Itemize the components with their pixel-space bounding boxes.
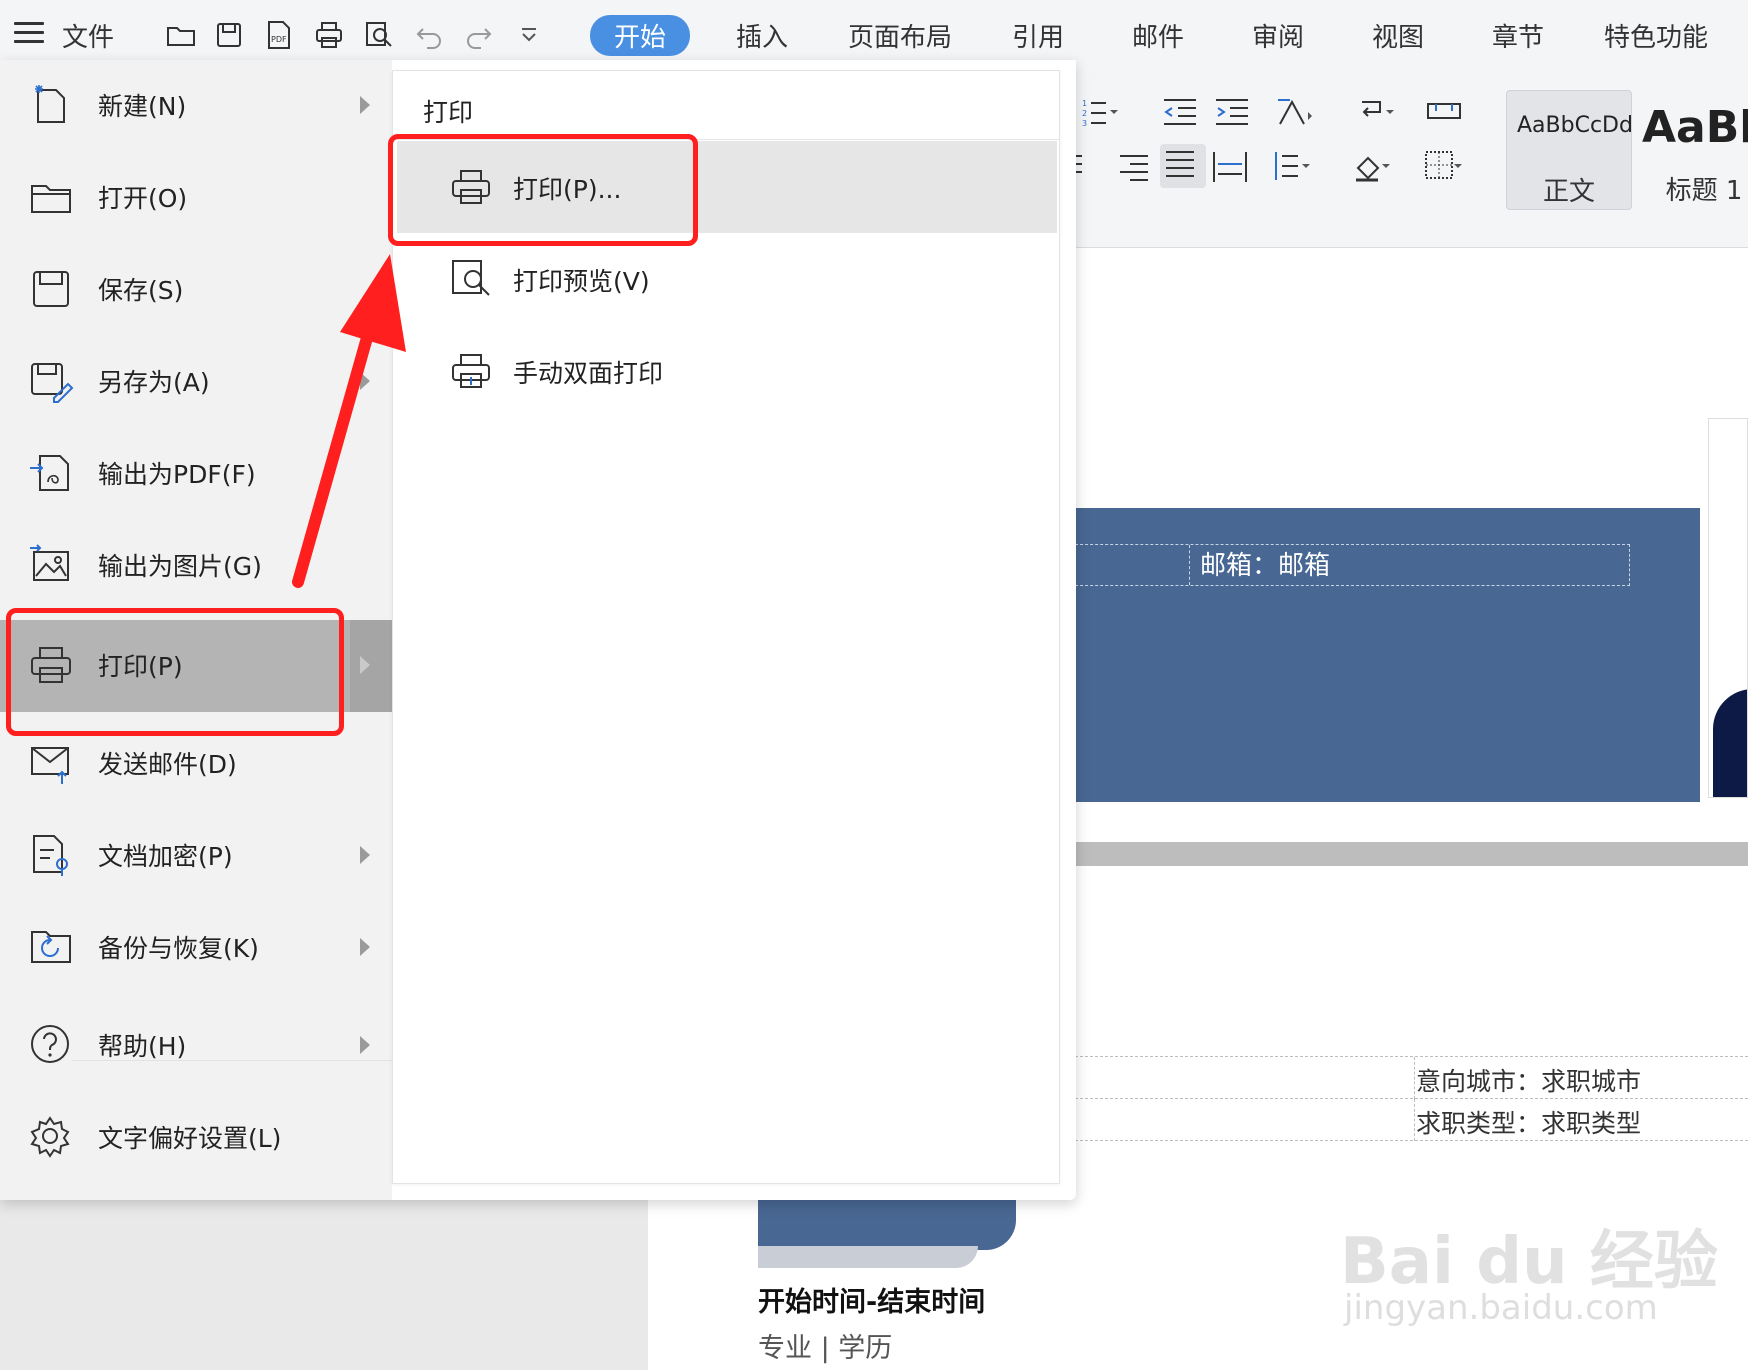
numbered-list-icon[interactable]: 123	[1080, 94, 1120, 130]
education-time-range: 开始时间-结束时间	[758, 1287, 986, 1318]
tab-special-features[interactable]: 特色功能	[1604, 17, 1708, 54]
save-as-icon	[28, 358, 74, 404]
submenu-item-label: 手动双面打印	[513, 359, 664, 388]
menu-item-label: 新建(N)	[98, 92, 187, 121]
shading-icon[interactable]	[1352, 148, 1392, 184]
align-right-partial-icon[interactable]	[1072, 148, 1112, 184]
style-heading-1[interactable]: AaBb 标题 1	[1634, 90, 1748, 210]
profile-photo	[1708, 418, 1748, 798]
save-icon	[28, 266, 74, 312]
menu-item-label: 文档加密(P)	[98, 842, 233, 871]
pdf-icon[interactable]: PDF	[262, 18, 296, 52]
hamburger-menu-icon[interactable]	[14, 22, 44, 46]
line-spacing-icon[interactable]	[1270, 148, 1310, 184]
svg-text:2: 2	[1082, 109, 1087, 118]
tab-mailings[interactable]: 邮件	[1132, 17, 1184, 54]
section-divider-band	[1060, 842, 1748, 866]
menu-item-label: 发送邮件(D)	[98, 750, 237, 779]
open-folder-icon[interactable]	[164, 18, 198, 52]
submenu-item-duplex-print[interactable]: 手动双面打印	[397, 325, 1057, 417]
tab-view[interactable]: 视图	[1372, 17, 1424, 54]
print-icon[interactable]	[312, 18, 346, 52]
style-heading-1-sample: AaBb	[1642, 102, 1748, 153]
tab-section[interactable]: 章节	[1492, 17, 1544, 54]
email-textbox[interactable]	[1060, 544, 1630, 586]
menu-item-label: 备份与恢复(K)	[98, 934, 259, 963]
menu-item-label: 输出为PDF(F)	[98, 460, 256, 489]
email-line: 邮箱：邮箱	[1200, 551, 1331, 581]
file-menu-button[interactable]: 文件	[62, 17, 114, 54]
style-normal[interactable]: AaBbCcDd 正文	[1506, 90, 1633, 210]
menu-item-label: 打开(O)	[98, 184, 188, 213]
highlight-box-print-submenu	[388, 134, 698, 246]
info-row-city	[1060, 1056, 1748, 1099]
submenu-arrow-icon	[360, 656, 370, 674]
info-row-bottom	[1060, 1140, 1748, 1141]
menu-item-encrypt[interactable]: 文档加密(P)	[0, 810, 392, 902]
menu-item-open[interactable]: 打开(O)	[0, 152, 392, 244]
align-right-icon[interactable]	[1112, 148, 1152, 184]
help-icon	[28, 1022, 74, 1068]
tab-insert[interactable]: 插入	[736, 17, 788, 54]
style-normal-name: 正文	[1542, 177, 1595, 207]
submenu-item-print-preview[interactable]: 打印预览(V)	[397, 233, 1057, 325]
tab-review[interactable]: 审阅	[1252, 17, 1304, 54]
submenu-arrow-icon	[360, 96, 370, 114]
new-file-icon	[28, 82, 74, 128]
menu-item-label: 输出为图片(G)	[98, 552, 262, 581]
education-major: 专业 | 学历	[758, 1333, 893, 1364]
mail-icon	[28, 740, 74, 786]
menu-item-label: 保存(S)	[98, 276, 184, 305]
annotation-arrow-icon	[292, 254, 406, 588]
justify-icon[interactable]	[1160, 144, 1206, 188]
tab-home[interactable]: 开始	[590, 15, 691, 56]
menu-item-label: 另存为(A)	[98, 368, 210, 397]
tab-page-layout[interactable]: 页面布局	[848, 17, 952, 54]
submenu-item-label: 打印预览(V)	[513, 267, 650, 296]
ruler-icon[interactable]	[1424, 94, 1464, 130]
active-item-tail	[350, 620, 392, 712]
menu-item-preferences[interactable]: 文字偏好设置(L)	[0, 1092, 392, 1184]
menu-item-label: 文字偏好设置(L)	[98, 1124, 282, 1153]
redo-icon[interactable]	[462, 18, 496, 52]
export-pdf-icon	[28, 450, 74, 496]
save-icon[interactable]	[212, 18, 246, 52]
info-row-type	[1060, 1098, 1748, 1141]
folder-open-icon	[28, 174, 74, 220]
gear-icon	[28, 1114, 74, 1160]
line-break-icon[interactable]	[1356, 94, 1396, 130]
increase-indent-icon[interactable]	[1212, 94, 1252, 130]
encrypt-icon	[28, 832, 74, 878]
tab-references[interactable]: 引用	[1012, 17, 1064, 54]
undo-icon[interactable]	[412, 18, 446, 52]
borders-icon[interactable]	[1422, 148, 1462, 184]
menu-item-help[interactable]: 帮助(H)	[0, 1000, 392, 1092]
text-direction-icon[interactable]	[1274, 94, 1314, 130]
menu-item-backup-restore[interactable]: 备份与恢复(K)	[0, 902, 392, 994]
print-preview-icon[interactable]	[362, 18, 396, 52]
style-normal-sample: AaBbCcDd	[1517, 113, 1633, 138]
watermark-url: jingyan.baidu.com	[1344, 1288, 1658, 1328]
svg-text:1: 1	[1082, 99, 1087, 108]
distributed-align-icon[interactable]	[1210, 148, 1250, 184]
duplex-print-icon	[449, 349, 493, 393]
print-preview-icon	[449, 257, 493, 301]
svg-text:3: 3	[1082, 119, 1087, 128]
customize-toolbar-icon[interactable]	[512, 18, 546, 52]
intended-city: 意向城市：求职城市	[1416, 1067, 1642, 1096]
menu-item-new[interactable]: 新建(N)	[0, 60, 392, 152]
submenu-arrow-icon	[360, 846, 370, 864]
svg-text:PDF: PDF	[271, 35, 287, 44]
submenu-arrow-icon	[360, 938, 370, 956]
job-type: 求职类型：求职类型	[1416, 1109, 1642, 1138]
backup-icon	[28, 924, 74, 970]
menu-item-label: 帮助(H)	[98, 1032, 187, 1061]
export-image-icon	[28, 542, 74, 588]
highlight-box-print-menu	[6, 608, 344, 736]
decrease-indent-icon[interactable]	[1160, 94, 1200, 130]
submenu-title: 打印	[423, 98, 474, 127]
style-heading-1-name: 标题 1	[1665, 176, 1743, 206]
submenu-arrow-icon	[360, 1036, 370, 1054]
